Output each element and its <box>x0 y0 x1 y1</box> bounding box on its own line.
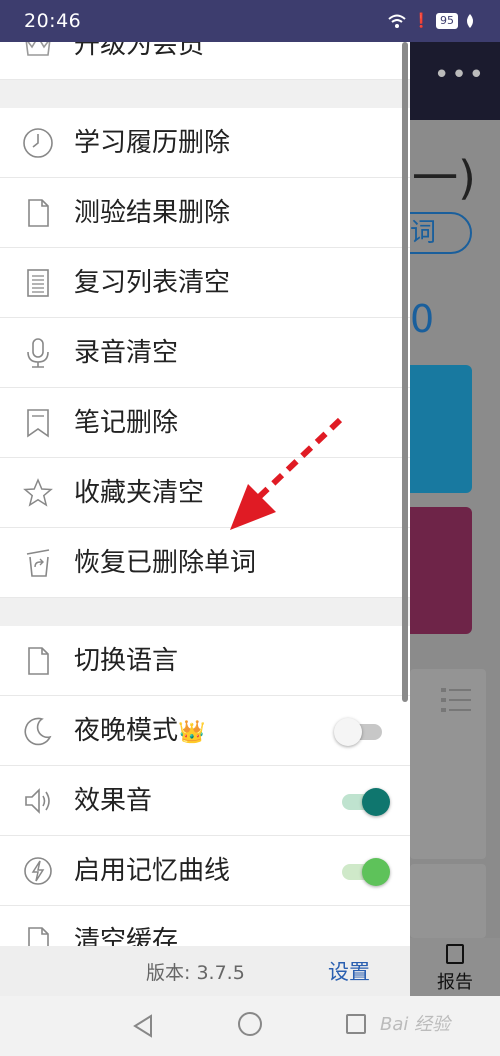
drawer-item-upgrade[interactable]: 升级为会员 <box>0 42 410 80</box>
bg-pill-button: 词 <box>410 212 472 254</box>
drawer-item-delete-test-results[interactable]: 测验结果删除 <box>0 178 410 248</box>
speaker-icon <box>25 788 50 814</box>
drawer-item-memory-curve[interactable]: 启用记忆曲线 <box>0 836 410 906</box>
bg-blue-card <box>410 365 472 493</box>
system-nav-bar: Bai 经验 <box>0 996 500 1056</box>
clock-icon <box>23 128 53 158</box>
version-text: 版本: 3.7.5 <box>146 962 245 984</box>
drawer-item-label: 恢复已删除单词 <box>74 548 257 578</box>
star-icon <box>23 478 53 507</box>
file-icon <box>28 199 49 227</box>
drawer-item-label: 切换语言 <box>74 646 179 676</box>
background-app: ••• 一) 词 0 报告 <box>410 42 500 996</box>
drawer-item-label: 升级为会员 <box>74 42 205 60</box>
bg-title: 一) <box>412 151 476 205</box>
list-doc-icon <box>27 269 49 297</box>
crown-icon <box>25 42 51 56</box>
lightning-circle-icon <box>24 857 52 885</box>
settings-link[interactable]: 设置 <box>328 956 370 986</box>
bg-red-card <box>410 507 472 634</box>
annotation-arrow-icon <box>230 417 343 530</box>
bg-gray-card-2 <box>410 864 486 938</box>
wifi-icon <box>387 14 406 28</box>
recents-icon[interactable] <box>346 1014 366 1034</box>
moon-icon <box>24 717 52 746</box>
drawer-item-night-mode[interactable]: 夜晚模式👑 <box>0 696 410 766</box>
crown-badge-icon: 👑 <box>178 720 206 745</box>
drawer-item-label: 效果音 <box>74 786 153 816</box>
drawer-scrollbar[interactable] <box>402 42 408 702</box>
watermark: Bai 经验 <box>380 1014 451 1035</box>
leaf-icon <box>467 14 473 28</box>
microphone-icon <box>27 338 49 368</box>
tab-report: 报告 <box>410 938 500 996</box>
drawer-item-label: 收藏夹清空 <box>74 478 205 508</box>
sound-effects-toggle[interactable] <box>334 788 390 816</box>
status-bar: 20:46 ❗ 95 <box>0 0 500 42</box>
alert-icon: ❗ <box>412 13 430 29</box>
drawer-item-label: 学习履历删除 <box>74 128 231 158</box>
drawer-item-clear-recordings[interactable]: 录音清空 <box>0 318 410 388</box>
night-mode-toggle[interactable] <box>334 718 390 746</box>
drawer-item-clear-history[interactable]: 学习履历删除 <box>0 108 410 178</box>
drawer-item-label: 录音清空 <box>74 338 179 368</box>
drawer-footer: 版本: 3.7.5 设置 <box>0 946 410 996</box>
drawer-item-label: 笔记删除 <box>74 408 179 438</box>
restore-trash-icon <box>26 549 50 577</box>
status-icons: ❗ 95 <box>387 13 476 29</box>
section-divider <box>0 598 410 626</box>
memory-curve-toggle[interactable] <box>334 858 390 886</box>
home-icon[interactable] <box>238 1012 262 1036</box>
drawer-item-label: 清空缓存 <box>74 926 179 946</box>
drawer-item-clear-cache[interactable]: 清空缓存 <box>0 906 410 946</box>
drawer-item-clear-review-list[interactable]: 复习列表清空 <box>0 248 410 318</box>
list-icon <box>441 688 471 712</box>
file-icon <box>28 927 49 946</box>
file-icon <box>28 647 49 675</box>
section-divider <box>0 80 410 108</box>
drawer-item-label: 复习列表清空 <box>74 268 231 298</box>
status-time: 20:46 <box>24 10 82 32</box>
battery-indicator: 95 <box>436 13 458 29</box>
drawer-item-switch-language[interactable]: 切换语言 <box>0 626 410 696</box>
drawer-item-label: 测验结果删除 <box>74 198 231 228</box>
drawer-item-sound-effects[interactable]: 效果音 <box>0 766 410 836</box>
drawer-item-label: 夜晚模式👑 <box>74 716 206 746</box>
bookmark-icon <box>27 409 49 438</box>
more-icon: ••• <box>410 42 500 120</box>
report-icon <box>446 944 464 964</box>
drawer-item-label: 启用记忆曲线 <box>74 856 231 886</box>
bg-count: 0 <box>410 297 435 341</box>
back-icon[interactable] <box>132 1014 154 1038</box>
tab-report-label: 报告 <box>437 972 473 993</box>
